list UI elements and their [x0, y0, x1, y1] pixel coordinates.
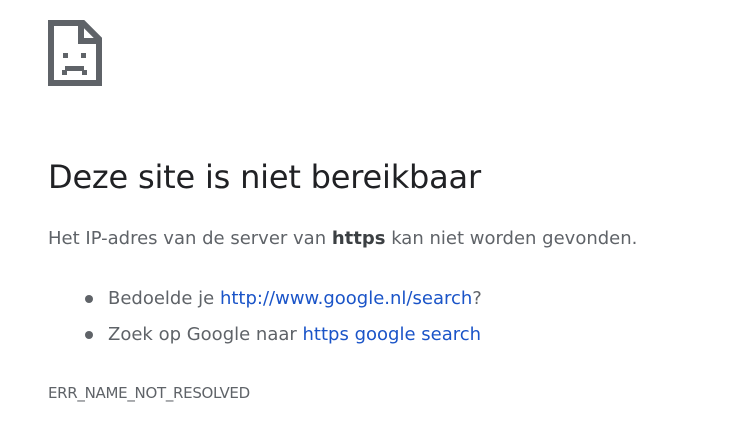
did-you-mean-link[interactable]: http://www.google.nl/search [220, 288, 472, 309]
google-search-link[interactable]: https google search [303, 324, 482, 345]
suggestion-did-you-mean: Bedoelde je http://www.google.nl/search? [48, 284, 482, 320]
summary-suffix: kan niet worden gevonden. [385, 228, 638, 249]
summary-prefix: Het IP-adres van de server van [48, 228, 332, 249]
suggestions-list: Bedoelde je http://www.google.nl/search?… [48, 284, 482, 356]
suggestion-prefix: Bedoelde je [108, 288, 220, 309]
error-summary: Het IP-adres van de server van https kan… [48, 228, 637, 249]
suggestion-google-search: Zoek op Google naar https google search [48, 320, 482, 356]
bullet-icon [85, 295, 93, 303]
suggestion-suffix: ? [472, 288, 482, 309]
error-code: ERR_NAME_NOT_RESOLVED [48, 384, 250, 402]
sad-page-icon [48, 20, 102, 86]
bullet-icon [85, 331, 93, 339]
page-title: Deze site is niet bereikbaar [48, 158, 481, 196]
suggestion-prefix: Zoek op Google naar [108, 324, 303, 345]
error-page: Deze site is niet bereikbaar Het IP-adre… [0, 0, 741, 424]
summary-host: https [331, 228, 386, 249]
